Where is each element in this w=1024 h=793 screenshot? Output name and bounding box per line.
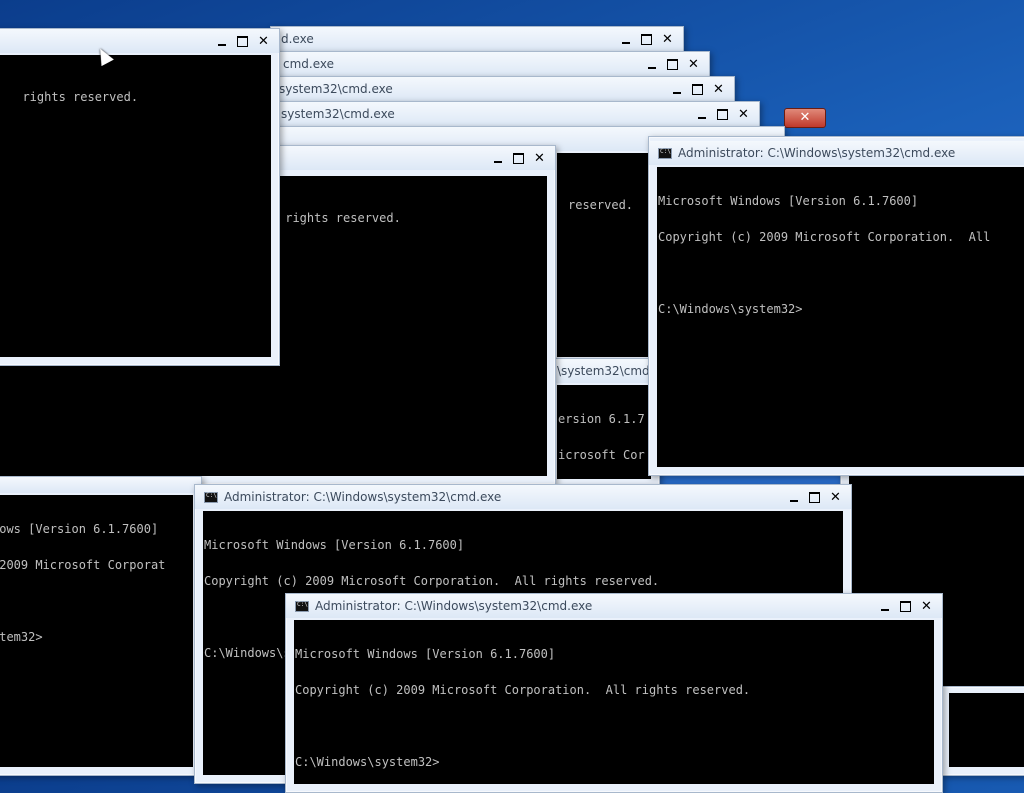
- console-line: Copyright (c) 2009 Microsoft Corporation…: [658, 230, 991, 244]
- minimize-button[interactable]: [875, 598, 894, 614]
- maximize-button[interactable]: [663, 56, 682, 72]
- cmd-window-mid-right[interactable]: \system32\cmd. ersion 6.1.7 icrosoft Cor: [550, 358, 660, 488]
- console-line: Copyright (c) 2009 Microsoft Corporation…: [204, 574, 660, 588]
- close-icon: ✕: [799, 110, 811, 125]
- minimize-button[interactable]: [642, 56, 661, 72]
- maximize-icon: [692, 83, 703, 95]
- titlebar[interactable]: [0, 477, 201, 493]
- close-icon: ✕: [713, 81, 724, 97]
- window-title: \system32\cmd.: [557, 364, 654, 378]
- maximize-button[interactable]: [805, 489, 824, 505]
- close-button[interactable]: ✕: [254, 33, 273, 49]
- titlebar[interactable]: \system32\cmd.exe ✕: [271, 77, 734, 101]
- console-output[interactable]: Microsoft Windows [Version 6.1.7600] Cop…: [294, 620, 934, 784]
- close-icon: ✕: [830, 489, 841, 505]
- cmd-app-icon: [295, 600, 309, 612]
- maximize-icon: [809, 491, 820, 503]
- cmd-window-right[interactable]: Administrator: C:\Windows\system32\cmd.e…: [648, 136, 1024, 476]
- console-line: ersion 6.1.7: [558, 412, 645, 426]
- console-prompt: C:\Windows\system32>: [295, 755, 440, 769]
- minimize-icon: [647, 66, 656, 69]
- maximize-icon: [237, 35, 248, 47]
- window-title: Administrator: C:\Windows\system32\cmd.e…: [224, 490, 502, 504]
- titlebar[interactable]: system32\cmd.exe ✕: [271, 102, 759, 126]
- titlebar[interactable]: Administrator: C:\Windows\system32\cmd.e…: [649, 141, 1024, 165]
- titlebar[interactable]: Administrator: C:\Windows\system32\cmd.e…: [286, 594, 942, 618]
- maximize-icon: [717, 108, 728, 120]
- console-prompt: C:\Windows\system32>: [658, 302, 803, 316]
- cmd-window-bottom-right-corner[interactable]: [940, 686, 1024, 776]
- minimize-icon: [672, 91, 681, 94]
- titlebar[interactable]: ✕: [0, 29, 279, 53]
- console-output[interactable]: ersion 6.1.7 icrosoft Cor: [557, 385, 651, 479]
- titlebar[interactable]: d.exe ✕: [271, 27, 683, 51]
- maximize-icon: [513, 152, 524, 164]
- close-icon: ✕: [534, 150, 545, 166]
- console-line: icrosoft Cor: [558, 448, 645, 462]
- window-title: system32\cmd.exe: [281, 107, 395, 121]
- close-icon: ✕: [738, 106, 749, 122]
- minimize-icon: [880, 608, 889, 611]
- cmd-app-icon: [658, 147, 672, 159]
- minimize-icon: [697, 116, 706, 119]
- minimize-button[interactable]: [488, 150, 507, 166]
- console-line: rights reserved.: [8, 90, 139, 104]
- cmd-window-top-left[interactable]: ✕ rights reserved.: [0, 28, 280, 366]
- close-icon: ✕: [258, 33, 269, 49]
- minimize-icon: [621, 41, 630, 44]
- close-icon: ✕: [688, 56, 699, 72]
- maximize-button[interactable]: [233, 33, 252, 49]
- minimize-icon: [493, 160, 502, 163]
- window-title: \system32\cmd.exe: [275, 82, 393, 96]
- titlebar[interactable]: \system32\cmd.: [551, 359, 659, 383]
- close-icon: ✕: [921, 598, 932, 614]
- minimize-icon: [789, 499, 798, 502]
- maximize-button[interactable]: [637, 31, 656, 47]
- console-line: Copyright (c) 2009 Microsoft Corporation…: [295, 683, 751, 697]
- titlebar[interactable]: cmd.exe ✕: [271, 52, 709, 76]
- close-button[interactable]: ✕: [826, 489, 845, 505]
- close-button[interactable]: ✕: [684, 56, 703, 72]
- console-line: 2009 Microsoft Corporat: [0, 558, 166, 572]
- maximize-icon: [641, 33, 652, 45]
- close-button[interactable]: ✕: [734, 106, 753, 122]
- titlebar[interactable]: Administrator: C:\Windows\system32\cmd.e…: [195, 485, 851, 509]
- console-output[interactable]: rights reserved.: [0, 55, 271, 357]
- minimize-button[interactable]: [616, 31, 635, 47]
- maximize-icon: [667, 58, 678, 70]
- maximize-icon: [900, 600, 911, 612]
- close-button[interactable]: ✕: [530, 150, 549, 166]
- maximize-button[interactable]: [509, 150, 528, 166]
- close-button-highlighted[interactable]: ✕: [784, 108, 826, 128]
- maximize-button[interactable]: [713, 106, 732, 122]
- console-line: dows [Version 6.1.7600]: [0, 522, 159, 536]
- console-output[interactable]: Microsoft Windows [Version 6.1.7600] Cop…: [657, 167, 1024, 467]
- console-line: Microsoft Windows [Version 6.1.7600]: [295, 647, 556, 661]
- minimize-button[interactable]: [667, 81, 686, 97]
- window-title: Administrator: C:\Windows\system32\cmd.e…: [315, 599, 593, 613]
- minimize-icon: [217, 43, 226, 46]
- close-button[interactable]: ✕: [709, 81, 728, 97]
- cmd-app-icon: [204, 491, 218, 503]
- minimize-button[interactable]: [784, 489, 803, 505]
- minimize-button[interactable]: [212, 33, 231, 49]
- console-prompt: stem32>: [0, 630, 43, 644]
- cmd-window-bottom-left[interactable]: dows [Version 6.1.7600] 2009 Microsoft C…: [0, 476, 202, 776]
- close-button[interactable]: ✕: [917, 598, 936, 614]
- cmd-window-front[interactable]: Administrator: C:\Windows\system32\cmd.e…: [285, 593, 943, 793]
- maximize-button[interactable]: [896, 598, 915, 614]
- minimize-button[interactable]: [692, 106, 711, 122]
- maximize-button[interactable]: [688, 81, 707, 97]
- window-title: Administrator: C:\Windows\system32\cmd.e…: [678, 146, 956, 160]
- console-line: Microsoft Windows [Version 6.1.7600]: [204, 538, 465, 552]
- console-output[interactable]: dows [Version 6.1.7600] 2009 Microsoft C…: [0, 495, 193, 767]
- console-output[interactable]: [949, 693, 1024, 767]
- close-button[interactable]: ✕: [658, 31, 677, 47]
- close-icon: ✕: [662, 31, 673, 47]
- console-line: Microsoft Windows [Version 6.1.7600]: [658, 194, 919, 208]
